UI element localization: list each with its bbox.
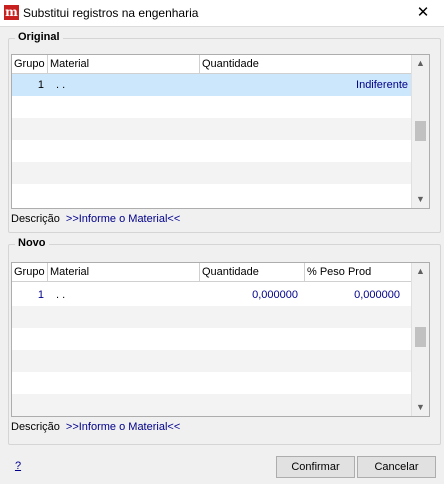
novo-grid[interactable]: Grupo Material Quantidade % Peso Prod 1 … [11, 262, 430, 417]
novo-description: Descrição >>Informe o Material<< [11, 421, 180, 433]
cell-quantidade[interactable]: Indiferente [356, 74, 408, 96]
title-bar: m Substitui registros na engenharia ✕ [0, 0, 444, 27]
cell-quantidade[interactable]: 0,000000 [202, 284, 298, 306]
confirm-button[interactable]: Confirmar [276, 456, 355, 478]
col-material[interactable]: Material [48, 263, 200, 281]
novo-desc-label: Descrição [11, 421, 60, 433]
novo-desc-value: >>Informe o Material<< [65, 421, 181, 433]
cell-grupo[interactable]: 1 [34, 74, 44, 96]
table-row [12, 306, 412, 328]
cell-peso-prod[interactable]: 0,000000 [307, 284, 400, 306]
table-row [12, 394, 412, 416]
col-grupo[interactable]: Grupo [12, 55, 48, 73]
scroll-down-icon[interactable]: ▼ [412, 399, 429, 416]
novo-legend: Novo [15, 237, 49, 249]
original-grid-header: Grupo Material Quantidade [12, 55, 412, 74]
cancel-button[interactable]: Cancelar [357, 456, 436, 478]
novo-scrollbar[interactable]: ▲ ▼ [411, 263, 429, 416]
table-row[interactable]: 1 . . Indiferente [12, 74, 412, 96]
window-title: Substitui registros na engenharia [23, 6, 199, 20]
original-desc-label: Descrição [11, 213, 60, 225]
novo-grid-header: Grupo Material Quantidade % Peso Prod [12, 263, 412, 282]
scroll-thumb[interactable] [415, 327, 426, 347]
col-material[interactable]: Material [48, 55, 200, 73]
table-row [12, 96, 412, 118]
col-grupo[interactable]: Grupo [12, 263, 48, 281]
table-row [12, 118, 412, 140]
table-row[interactable]: 1 . . 0,000000 0,000000 [12, 284, 412, 306]
table-row [12, 162, 412, 184]
close-button[interactable]: ✕ [402, 0, 444, 26]
col-quantidade[interactable]: Quantidade [200, 263, 305, 281]
original-scrollbar[interactable]: ▲ ▼ [411, 55, 429, 208]
cell-material[interactable]: . . [56, 284, 65, 306]
cell-material[interactable]: . . [56, 74, 65, 96]
scroll-up-icon[interactable]: ▲ [412, 263, 429, 280]
help-link[interactable]: ? [8, 456, 28, 478]
table-row [12, 372, 412, 394]
scroll-up-icon[interactable]: ▲ [412, 55, 429, 72]
col-peso-prod[interactable]: % Peso Prod [305, 263, 412, 281]
original-legend: Original [15, 31, 63, 43]
original-desc-value: >>Informe o Material<< [65, 213, 181, 225]
col-quantidade[interactable]: Quantidade [200, 55, 412, 73]
table-row [12, 140, 412, 162]
cell-grupo[interactable]: 1 [34, 284, 44, 306]
table-row [12, 350, 412, 372]
table-row [12, 184, 412, 206]
scroll-thumb[interactable] [415, 121, 426, 141]
scroll-down-icon[interactable]: ▼ [412, 191, 429, 208]
table-row [12, 328, 412, 350]
original-description: Descrição >>Informe o Material<< [11, 213, 180, 225]
original-grid[interactable]: Grupo Material Quantidade 1 . . Indifere… [11, 54, 430, 209]
app-logo-icon: m [4, 5, 19, 20]
